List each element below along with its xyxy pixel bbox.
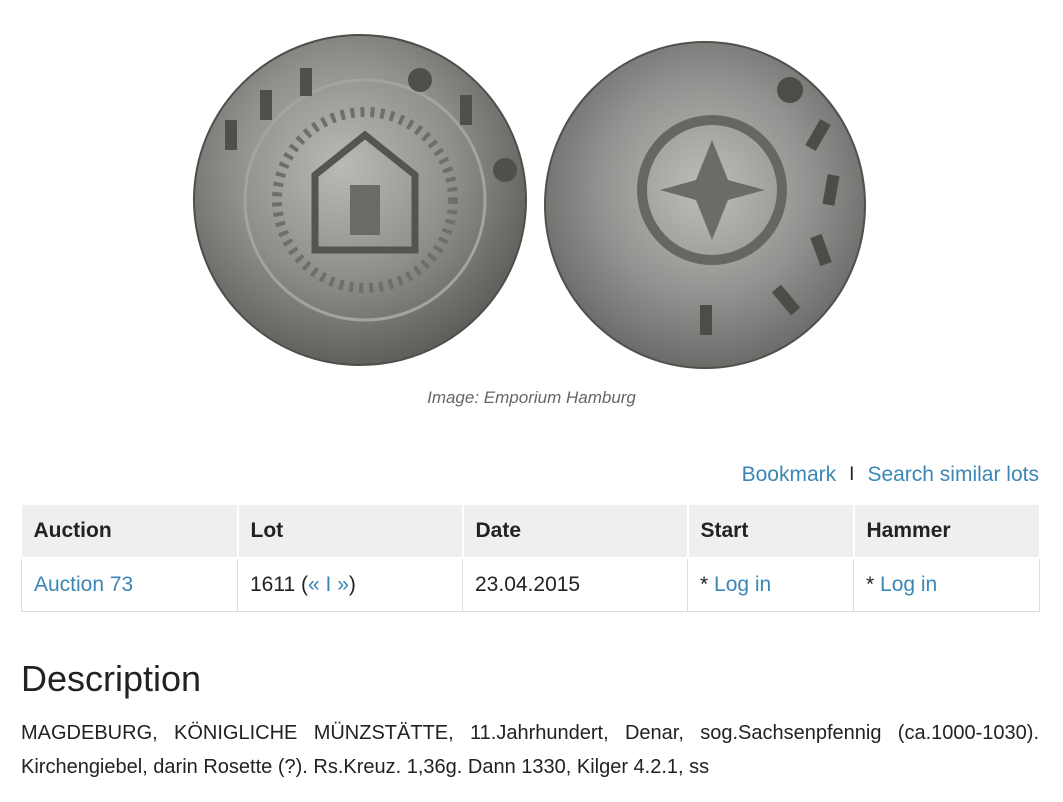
lot-paren-close: ) xyxy=(348,573,356,596)
bookmark-link[interactable]: Bookmark xyxy=(742,463,837,487)
cell-auction: Auction 73 xyxy=(21,558,238,612)
header-lot: Lot xyxy=(236,503,464,559)
start-login-link[interactable]: Log in xyxy=(714,573,771,596)
cell-date: 23.04.2015 xyxy=(462,558,688,612)
table-row: Auction 73 1611 (« I ») 23.04.2015 * Log… xyxy=(21,558,1040,612)
lot-paren-open: ( xyxy=(295,573,308,596)
next-lot-link[interactable]: » xyxy=(337,573,349,596)
coin-reverse xyxy=(544,41,866,369)
hammer-asterisk: * xyxy=(866,573,881,596)
table-header-row: Auction Lot Date Start Hammer xyxy=(21,503,1041,559)
image-caption: Image: Emporium Hamburg xyxy=(427,388,636,407)
lot-nav-separator: I xyxy=(319,573,338,596)
coin-image[interactable] xyxy=(0,0,1063,380)
description-heading: Description xyxy=(21,658,202,699)
start-asterisk: * xyxy=(700,573,715,596)
cell-lot: 1611 (« I ») xyxy=(237,558,463,612)
header-date: Date xyxy=(461,503,689,559)
description-text: MAGDEBURG, KÖNIGLICHE MÜNZSTÄTTE, 11.Jah… xyxy=(21,722,1039,778)
hammer-login-link[interactable]: Log in xyxy=(880,573,937,596)
header-auction: Auction xyxy=(21,503,239,559)
coin-photo-svg xyxy=(193,34,866,369)
coin-obverse xyxy=(193,34,527,366)
lot-actions: Bookmark I Search similar lots xyxy=(742,463,1039,487)
search-similar-lots-link[interactable]: Search similar lots xyxy=(867,463,1039,487)
cell-start: * Log in xyxy=(687,558,854,612)
actions-separator: I xyxy=(849,464,855,485)
auction-link[interactable]: Auction 73 xyxy=(34,573,133,596)
cell-hammer: * Log in xyxy=(853,558,1040,612)
previous-lot-link[interactable]: « xyxy=(308,573,320,596)
lot-number: 1611 xyxy=(250,573,296,596)
header-start: Start xyxy=(686,503,855,559)
header-hammer: Hammer xyxy=(852,503,1041,559)
lot-table: Auction Lot Date Start Hammer Auction 73… xyxy=(21,503,1041,612)
